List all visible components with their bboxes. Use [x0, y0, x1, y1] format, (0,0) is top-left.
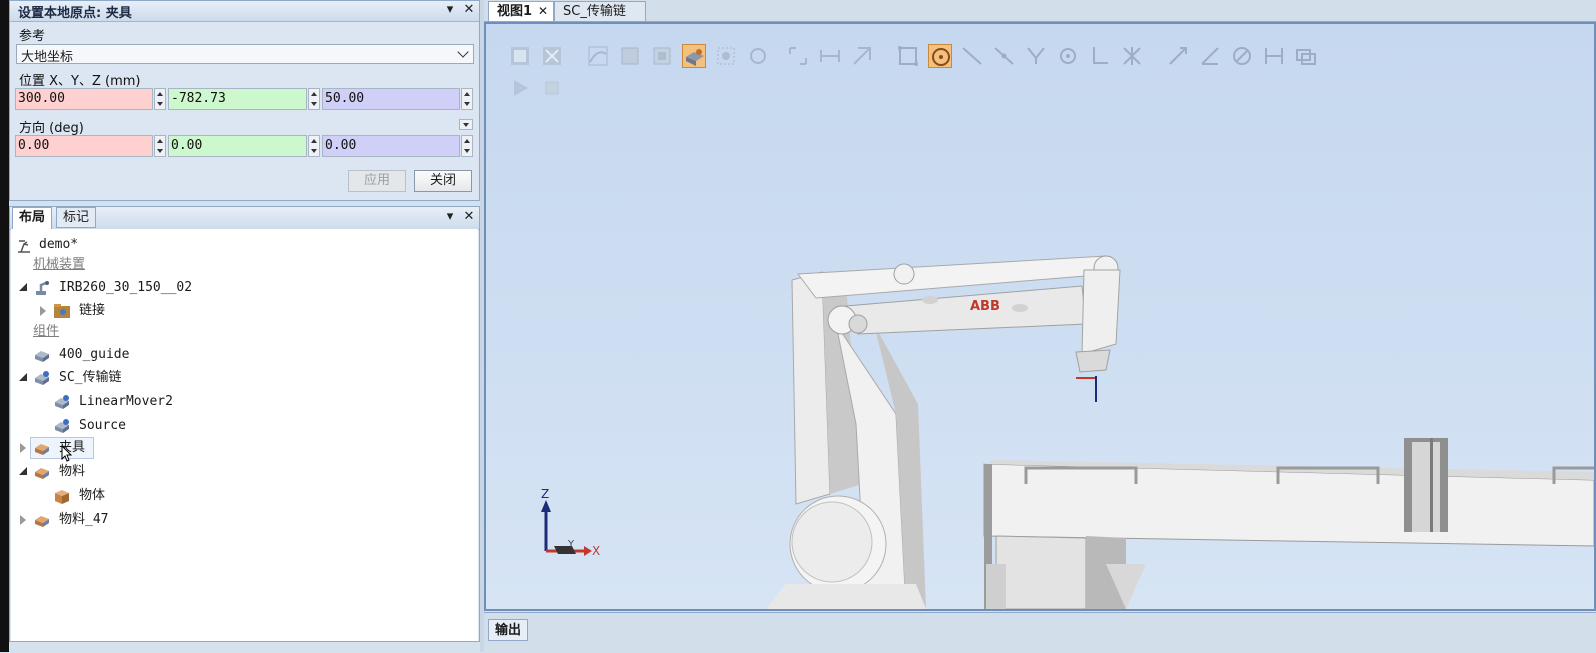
panel-title: 设置本地原点: 夹具	[18, 6, 132, 21]
expand-closed-icon[interactable]	[40, 306, 46, 316]
expand-closed-icon[interactable]	[20, 515, 26, 525]
part-icon	[35, 351, 49, 362]
conveyor-model	[983, 438, 1594, 609]
smart-component-icon	[55, 419, 69, 433]
view-tab-bar: 视图1 ✕ SC_传输链	[484, 0, 1596, 22]
panel-titlebar: 设置本地原点: 夹具 ▾ ✕	[10, 1, 479, 22]
panel-pin-button[interactable]: ▾	[443, 2, 457, 17]
axis-y-label: Y	[567, 539, 575, 550]
close-icon[interactable]: ✕	[538, 2, 548, 21]
panel-close-icon[interactable]: ✕	[462, 2, 476, 17]
tab-layout[interactable]: 布局	[12, 207, 53, 229]
smart-component-icon	[35, 371, 49, 385]
tab-view1[interactable]: 视图1 ✕	[488, 1, 554, 21]
robot-icon	[36, 281, 49, 295]
expand-open-icon[interactable]	[19, 283, 27, 291]
orientation-y-input[interactable]: 0.00	[168, 135, 307, 157]
orientation-y-spinner[interactable]	[308, 135, 320, 157]
position-y-spinner[interactable]	[308, 88, 320, 110]
part-icon	[35, 468, 49, 479]
3d-viewport[interactable]: ABB Z Y X	[484, 22, 1596, 611]
orientation-x-spinner[interactable]	[154, 135, 166, 157]
tab-tags[interactable]: 标记	[56, 207, 97, 228]
left-edge	[0, 0, 9, 652]
layout-close-icon[interactable]: ✕	[462, 209, 476, 224]
reference-select[interactable]: 大地坐标	[16, 44, 474, 65]
tab-sc-conveyor[interactable]: SC_传输链	[554, 1, 646, 21]
position-label: 位置 X、Y、Z (mm)	[19, 74, 141, 89]
links-folder-icon	[54, 304, 70, 318]
orientation-dropdown-button[interactable]	[459, 119, 473, 130]
orientation-z-input[interactable]: 0.00	[322, 135, 460, 157]
orientation-label: 方向 (deg)	[19, 121, 84, 136]
position-x-input[interactable]: 300.00	[15, 88, 153, 110]
close-button[interactable]: 关闭	[414, 170, 472, 192]
axis-z-label: Z	[541, 487, 549, 501]
position-x-spinner[interactable]	[154, 88, 166, 110]
position-y-input[interactable]: -782.73	[168, 88, 307, 110]
axis-x-label: X	[592, 544, 600, 558]
layout-pin-button[interactable]: ▾	[443, 209, 457, 224]
layout-panel-tabs: 布局 标记 ▾ ✕	[10, 207, 479, 230]
expand-open-icon[interactable]	[19, 467, 27, 475]
orientation-z-spinner[interactable]	[461, 135, 473, 157]
body-icon	[55, 490, 69, 504]
smart-component-icon	[55, 395, 69, 409]
part-icon	[35, 516, 49, 527]
orientation-x-input[interactable]: 0.00	[15, 135, 153, 157]
apply-button[interactable]: 应用	[348, 170, 406, 192]
chevron-down-icon	[457, 46, 469, 58]
layout-tree: demo* 机械装置 IRB260_30_150__02 链接 组件 400_g…	[11, 229, 478, 641]
axis-triad: Z Y X	[541, 487, 600, 558]
station-icon	[18, 240, 30, 253]
layout-panel: 布局 标记 ▾ ✕ demo* 机械装置 IRB260_30_150__02 链…	[9, 206, 480, 642]
position-z-spinner[interactable]	[461, 88, 473, 110]
tab-output[interactable]: 输出	[488, 619, 529, 641]
position-z-input[interactable]: 50.00	[322, 88, 460, 110]
output-panel-bar: 输出	[484, 612, 1596, 653]
reference-label: 参考	[19, 29, 46, 44]
set-local-origin-panel: 设置本地原点: 夹具 ▾ ✕ 参考 大地坐标 位置 X、Y、Z (mm) 300…	[9, 0, 480, 201]
reference-value: 大地坐标	[21, 50, 74, 65]
part-icon	[35, 444, 49, 455]
robot-logo: ABB	[970, 299, 1000, 314]
scene: ABB Z Y X	[541, 255, 1594, 609]
expand-closed-icon[interactable]	[20, 443, 26, 453]
expand-open-icon[interactable]	[19, 373, 27, 381]
chevron-down-icon	[463, 123, 469, 127]
